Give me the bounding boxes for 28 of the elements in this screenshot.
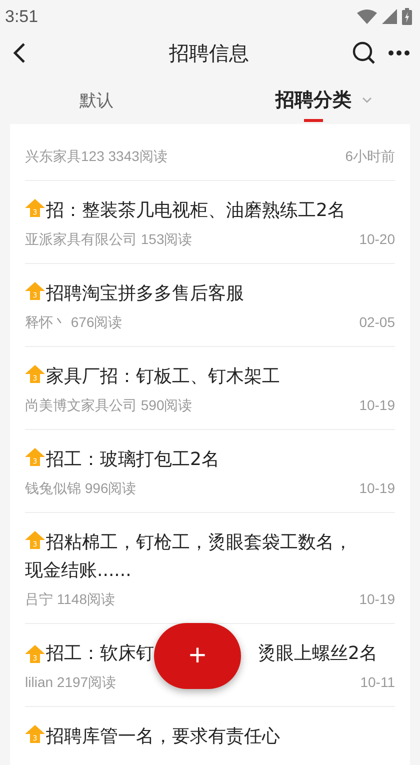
post-time: 10-19	[359, 397, 395, 415]
post-author-reads: 兴东家具123 3343阅读	[25, 148, 168, 166]
post-author-reads: 尚美博文家具公司 590阅读	[25, 397, 192, 415]
tab[interactable]: 默认	[0, 73, 227, 124]
caret-icon	[362, 97, 372, 104]
battery-icon	[402, 8, 412, 26]
wifi-icon	[357, 9, 377, 24]
post-title[interactable]: 烫眼上螺丝2名	[258, 640, 378, 668]
post-time: 10-19	[359, 591, 395, 609]
post-author-reads: 吕宁 1148阅读	[25, 591, 115, 609]
post-author-reads: lilian 2197阅读	[25, 674, 116, 692]
more-icon	[388, 50, 410, 56]
post-title[interactable]: 招工：软床钉	[46, 640, 154, 668]
post-author-reads: 钱兔似锦 996阅读	[25, 480, 136, 498]
post-time: 10-20	[359, 231, 395, 249]
post-time: 10-11	[360, 674, 395, 692]
post-time: 02-05	[359, 314, 395, 332]
post-author-reads: 释怀丶 676阅读	[25, 314, 122, 332]
post-author-reads: 亚派家具有限公司 153阅读	[25, 231, 192, 249]
status-time: 3:51	[5, 6, 38, 27]
add-post-button[interactable]: +	[154, 623, 241, 689]
page-title: 招聘信息	[168, 40, 250, 67]
back-icon	[12, 42, 26, 64]
signal-icon	[382, 9, 397, 24]
tab[interactable]: 招聘分类	[227, 73, 420, 124]
post-time: 10-19	[359, 480, 395, 498]
post-time: 6小时前	[345, 148, 395, 166]
search-icon	[352, 41, 376, 66]
